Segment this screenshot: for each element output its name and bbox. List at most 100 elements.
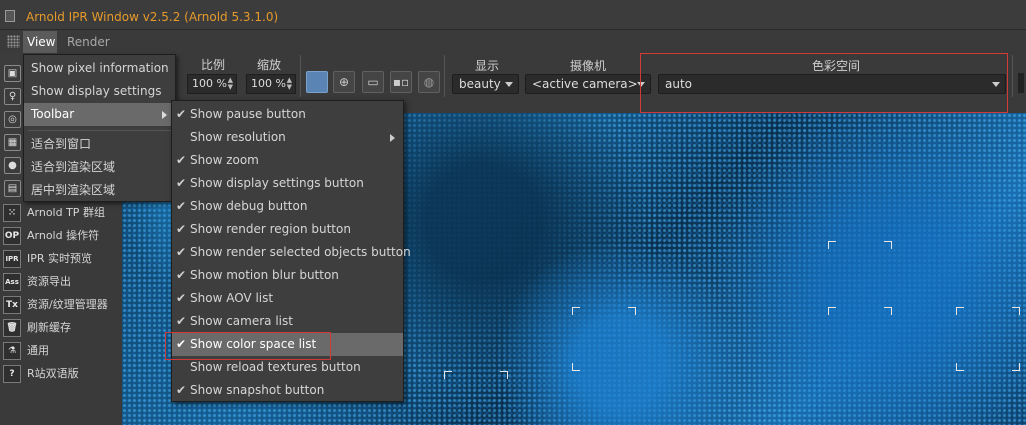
zoom-spinbox[interactable]: 100 % ▲ ▼ bbox=[246, 74, 296, 94]
side-item-label: 资源/纹理管理器 bbox=[27, 298, 108, 311]
motion-blur-button-icon[interactable]: ◍ bbox=[418, 71, 440, 93]
region-marker bbox=[628, 307, 636, 315]
checkmark-icon: ✔ bbox=[175, 199, 187, 213]
side-item-help[interactable]: ? R站双语版 bbox=[3, 363, 116, 385]
toolbar: 比例 100 % ▲ ▼ 缩放 100 % ▲ ▼ ⊕ ▭ ▪▫ ◍ 显示 beau… bbox=[176, 53, 1026, 99]
menu-item-label: Show motion blur button bbox=[190, 268, 339, 282]
menu-item-toolbar[interactable]: Toolbar bbox=[24, 103, 175, 126]
operator-icon: OP bbox=[3, 227, 21, 245]
menu-item-fit-to-region[interactable]: 适合到渲染区域 bbox=[24, 156, 175, 179]
region-marker bbox=[956, 307, 964, 315]
menu-item-show-render-region-button[interactable]: ✔ Show render region button bbox=[172, 218, 403, 241]
checkmark-icon: ✔ bbox=[175, 337, 187, 351]
menu-item-show-aov-list[interactable]: ✔ Show AOV list bbox=[172, 287, 403, 310]
menu-item-show-snapshot-button[interactable]: ✔ Show snapshot button bbox=[172, 379, 403, 402]
menu-item-show-display-settings-button[interactable]: ✔ Show display settings button bbox=[172, 172, 403, 195]
globe-icon[interactable]: ◎ bbox=[4, 111, 21, 128]
toolbar-submenu: ✔ Show pause button Show resolution ✔ Sh… bbox=[171, 100, 411, 402]
colorspace-label: 色彩空间 bbox=[811, 59, 860, 73]
region-marker bbox=[1012, 307, 1020, 315]
tx-icon: Tx bbox=[3, 296, 21, 314]
menu-item-toolbar-label: Toolbar bbox=[31, 107, 75, 121]
left-side-panel: ⁙ Arnold TP 群组 OP Arnold 操作符 IPR IPR 实时预… bbox=[0, 200, 119, 425]
region-marker bbox=[828, 307, 836, 315]
colorspace-value: auto bbox=[665, 77, 693, 91]
side-item-operators[interactable]: OP Arnold 操作符 bbox=[3, 225, 116, 247]
spin-arrows-icon: ▲ ▼ bbox=[286, 76, 292, 91]
checkmark-icon: ✔ bbox=[175, 291, 187, 305]
toolbar-separator bbox=[1012, 55, 1013, 97]
checkmark-icon: ✔ bbox=[175, 222, 187, 236]
chevron-down-icon bbox=[992, 82, 1000, 87]
menu-item-show-color-space-list[interactable]: ✔ Show color space list bbox=[172, 333, 403, 356]
region-marker bbox=[572, 363, 580, 371]
zoom-label: 缩放 bbox=[256, 58, 281, 72]
menu-item-show-pixel-information[interactable]: Show pixel information bbox=[24, 57, 175, 80]
left-icon-strip: ▣ ♀ ◎ ▦ ● ▤ bbox=[0, 53, 25, 203]
menu-item-show-camera-list[interactable]: ✔ Show camera list bbox=[172, 310, 403, 333]
ratio-spinbox[interactable]: 100 % ▲ ▼ bbox=[187, 74, 237, 94]
display-label: 显示 bbox=[474, 59, 499, 73]
menu-bar: View Render bbox=[0, 31, 1026, 53]
side-item-tp-group[interactable]: ⁙ Arnold TP 群组 bbox=[3, 202, 116, 224]
toolbar-separator bbox=[444, 55, 445, 97]
menu-item-show-resolution[interactable]: Show resolution bbox=[172, 126, 403, 149]
menu-item-label: Show reload textures button bbox=[190, 360, 361, 374]
menu-item-show-display-settings[interactable]: Show display settings bbox=[24, 80, 175, 103]
checkmark-icon: ✔ bbox=[175, 268, 187, 282]
side-item-general[interactable]: ⚗ 通用 bbox=[3, 340, 116, 362]
menu-render[interactable]: Render bbox=[63, 31, 110, 53]
checkmark-icon: ✔ bbox=[175, 245, 187, 259]
menu-item-show-render-selected-objects-button[interactable]: ✔ Show render selected objects button bbox=[172, 241, 411, 264]
display-aov-dropdown[interactable]: beauty bbox=[452, 74, 519, 94]
cube-icon[interactable]: ▦ bbox=[4, 134, 21, 151]
camera-dropdown[interactable]: <active camera> bbox=[525, 74, 651, 94]
menu-item-show-motion-blur-button[interactable]: ✔ Show motion blur button bbox=[172, 264, 403, 287]
menu-item-label: Show resolution bbox=[190, 130, 286, 144]
region-marker bbox=[884, 241, 892, 249]
side-item-texture-manager[interactable]: Tx 资源/纹理管理器 bbox=[3, 294, 116, 316]
camera-label: 摄像机 bbox=[569, 59, 606, 73]
display-aov-value: beauty bbox=[459, 77, 501, 91]
menu-item-show-debug-button[interactable]: ✔ Show debug button bbox=[172, 195, 403, 218]
region-marker bbox=[572, 307, 580, 315]
snapshot-button-icon[interactable] bbox=[1018, 73, 1024, 93]
region-marker bbox=[828, 241, 836, 249]
side-item-asset-export[interactable]: Ass 资源导出 bbox=[3, 271, 116, 293]
region-marker bbox=[444, 371, 452, 379]
toolbar-separator bbox=[300, 55, 301, 97]
grip-icon bbox=[7, 35, 20, 48]
chevron-right-icon bbox=[162, 111, 167, 119]
chevron-down-icon bbox=[505, 82, 513, 87]
sphere-icon[interactable]: ● bbox=[4, 157, 21, 174]
menu-item-fit-to-window[interactable]: 适合到窗口 bbox=[24, 133, 175, 156]
menu-item-show-reload-textures-button[interactable]: Show reload textures button bbox=[172, 356, 403, 379]
menu-view[interactable]: View bbox=[23, 31, 57, 53]
menu-item-label: Show debug button bbox=[190, 199, 308, 213]
side-item-label: 刷新缓存 bbox=[27, 321, 71, 334]
display-settings-button[interactable] bbox=[306, 71, 328, 93]
document-icon[interactable]: ▤ bbox=[4, 180, 21, 197]
view-menu-dropdown: Show pixel information Show display sett… bbox=[23, 54, 176, 202]
chevron-right-icon bbox=[390, 134, 395, 142]
menu-item-show-pause-button[interactable]: ✔ Show pause button bbox=[172, 103, 403, 126]
globe-button-icon[interactable]: ⊕ bbox=[333, 71, 355, 93]
checkmark-icon: ✔ bbox=[175, 176, 187, 190]
side-item-ipr[interactable]: IPR IPR 实时预览 bbox=[3, 248, 116, 270]
menu-item-show-zoom[interactable]: ✔ Show zoom bbox=[172, 149, 403, 172]
menu-item-center-to-region[interactable]: 居中到渲染区域 bbox=[24, 179, 175, 202]
side-item-label: 通用 bbox=[27, 344, 49, 357]
menu-item-label: Show AOV list bbox=[190, 291, 274, 305]
zoom-value: 100 % bbox=[251, 77, 286, 90]
image-icon[interactable]: ▣ bbox=[4, 65, 21, 82]
menu-item-label: Show camera list bbox=[190, 314, 293, 328]
side-item-flush-cache[interactable]: 🗑 刷新缓存 bbox=[3, 317, 116, 339]
side-item-label: R站双语版 bbox=[27, 367, 79, 380]
region-marker bbox=[956, 363, 964, 371]
chevron-down-icon bbox=[637, 82, 645, 87]
render-region-button-icon[interactable]: ▭ bbox=[362, 71, 384, 93]
side-item-label: Arnold 操作符 bbox=[27, 229, 100, 242]
colorspace-dropdown[interactable]: auto bbox=[658, 74, 1006, 94]
light-bulb-icon[interactable]: ♀ bbox=[4, 88, 21, 105]
selected-objects-button-icon[interactable]: ▪▫ bbox=[390, 71, 412, 93]
